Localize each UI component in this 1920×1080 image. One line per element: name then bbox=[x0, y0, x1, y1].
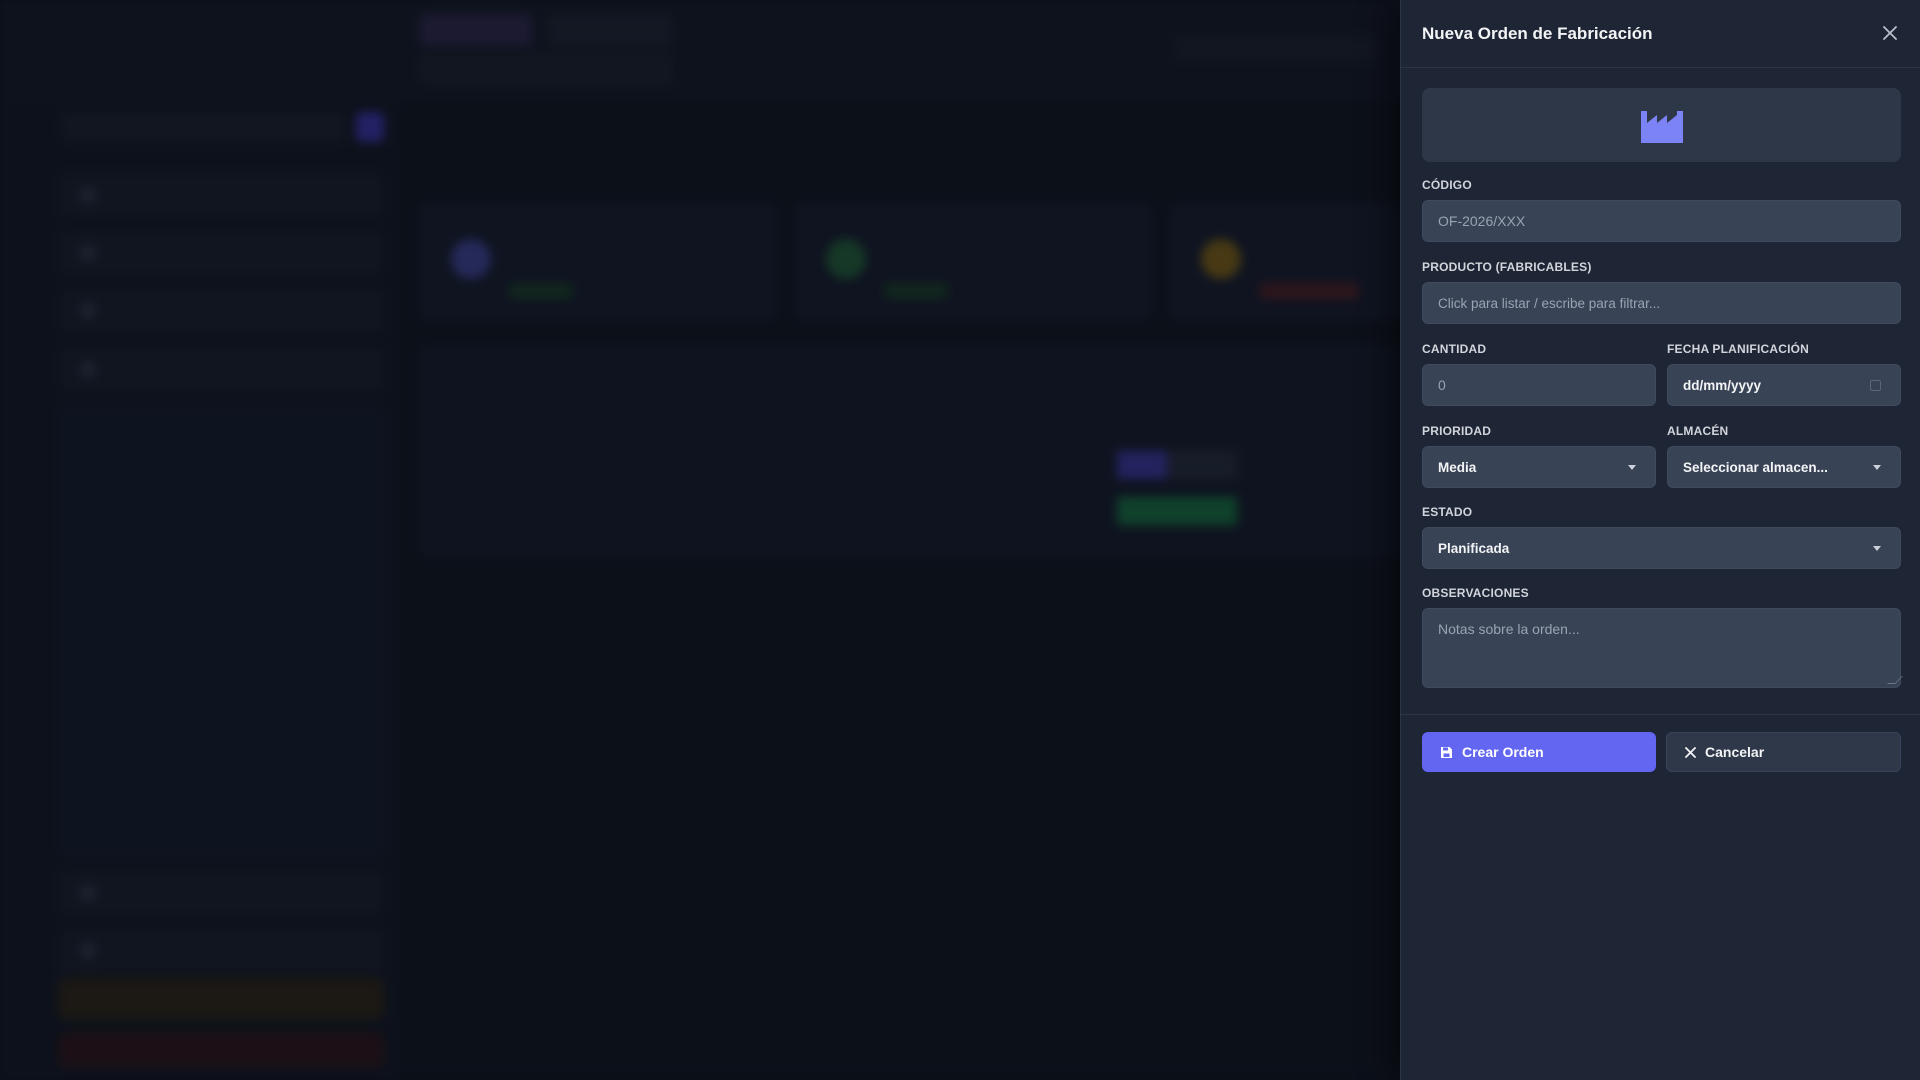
bg-nav bbox=[58, 1032, 384, 1068]
panel-header: Nueva Orden de Fabricación bbox=[1401, 0, 1920, 68]
bg-card bbox=[795, 204, 1151, 320]
chevron-down-icon bbox=[1873, 545, 1881, 551]
codigo-label: CÓDIGO bbox=[1422, 178, 1472, 192]
calendar-icon bbox=[1870, 379, 1881, 391]
fecha-label: FECHA PLANIFICACIÓN bbox=[1667, 342, 1810, 356]
chevron-down-icon bbox=[1628, 464, 1636, 470]
create-order-button[interactable]: Crear Orden bbox=[1422, 732, 1656, 772]
new-order-panel: Nueva Orden de Fabricación CÓDIGO OF-202… bbox=[1400, 0, 1920, 1080]
panel-title: Nueva Orden de Fabricación bbox=[1422, 24, 1653, 43]
observaciones-textarea[interactable]: Notas sobre la orden... bbox=[1422, 608, 1903, 688]
prioridad-select[interactable]: Media bbox=[1422, 446, 1656, 488]
cancel-button[interactable]: Cancelar bbox=[1666, 732, 1901, 772]
bg-search bbox=[420, 54, 672, 84]
bg-nav bbox=[58, 172, 384, 218]
bg-control bbox=[1175, 36, 1375, 62]
factory-icon bbox=[1640, 111, 1683, 143]
bg-side-search bbox=[60, 112, 346, 142]
cantidad-input[interactable]: 0 bbox=[1422, 364, 1656, 406]
almacen-select[interactable]: Seleccionar almacen... bbox=[1667, 446, 1901, 488]
create-order-label: Crear Orden bbox=[1462, 744, 1544, 760]
cantidad-label: CANTIDAD bbox=[1422, 342, 1487, 356]
chevron-down-icon bbox=[1873, 464, 1881, 470]
bg-card bbox=[1170, 204, 1400, 320]
bg-tree bbox=[58, 406, 384, 856]
close-icon bbox=[1883, 26, 1897, 40]
resize-handle[interactable] bbox=[1887, 676, 1903, 684]
prioridad-label: PRIORIDAD bbox=[1422, 424, 1492, 438]
fecha-input[interactable]: dd/mm/yyyy bbox=[1667, 364, 1901, 406]
bg-tab bbox=[420, 14, 532, 46]
bg-nav bbox=[58, 870, 384, 916]
estado-select[interactable]: Planificada bbox=[1422, 527, 1901, 569]
save-icon bbox=[1441, 746, 1452, 758]
footer-divider bbox=[1401, 714, 1920, 715]
close-icon bbox=[1685, 746, 1696, 758]
close-button[interactable] bbox=[1877, 20, 1903, 46]
bg-tab bbox=[548, 14, 672, 46]
almacen-value: Seleccionar almacen... bbox=[1683, 459, 1828, 475]
observaciones-placeholder: Notas sobre la orden... bbox=[1438, 621, 1580, 637]
bg-nav bbox=[58, 288, 384, 334]
producto-label: PRODUCTO (FABRICABLES) bbox=[1422, 260, 1592, 274]
observaciones-label: OBSERVACIONES bbox=[1422, 586, 1529, 600]
producto-input[interactable]: Click para listar / escribe para filtrar… bbox=[1422, 282, 1901, 324]
bg-side-button bbox=[356, 112, 384, 142]
prioridad-value: Media bbox=[1438, 459, 1477, 475]
bg-table bbox=[420, 346, 1400, 556]
estado-label: ESTADO bbox=[1422, 505, 1473, 519]
estado-value: Planificada bbox=[1438, 540, 1510, 556]
bg-nav bbox=[58, 230, 384, 276]
hero-banner bbox=[1422, 88, 1901, 162]
bg-card bbox=[420, 204, 776, 320]
bg-nav bbox=[58, 978, 384, 1020]
bg-nav bbox=[58, 346, 384, 392]
cancel-label: Cancelar bbox=[1705, 744, 1765, 760]
bg-nav bbox=[58, 928, 384, 974]
codigo-input[interactable]: OF-2026/XXX bbox=[1422, 200, 1901, 242]
almacen-label: ALMACÉN bbox=[1667, 424, 1729, 438]
fecha-value: dd/mm/yyyy bbox=[1683, 377, 1762, 393]
